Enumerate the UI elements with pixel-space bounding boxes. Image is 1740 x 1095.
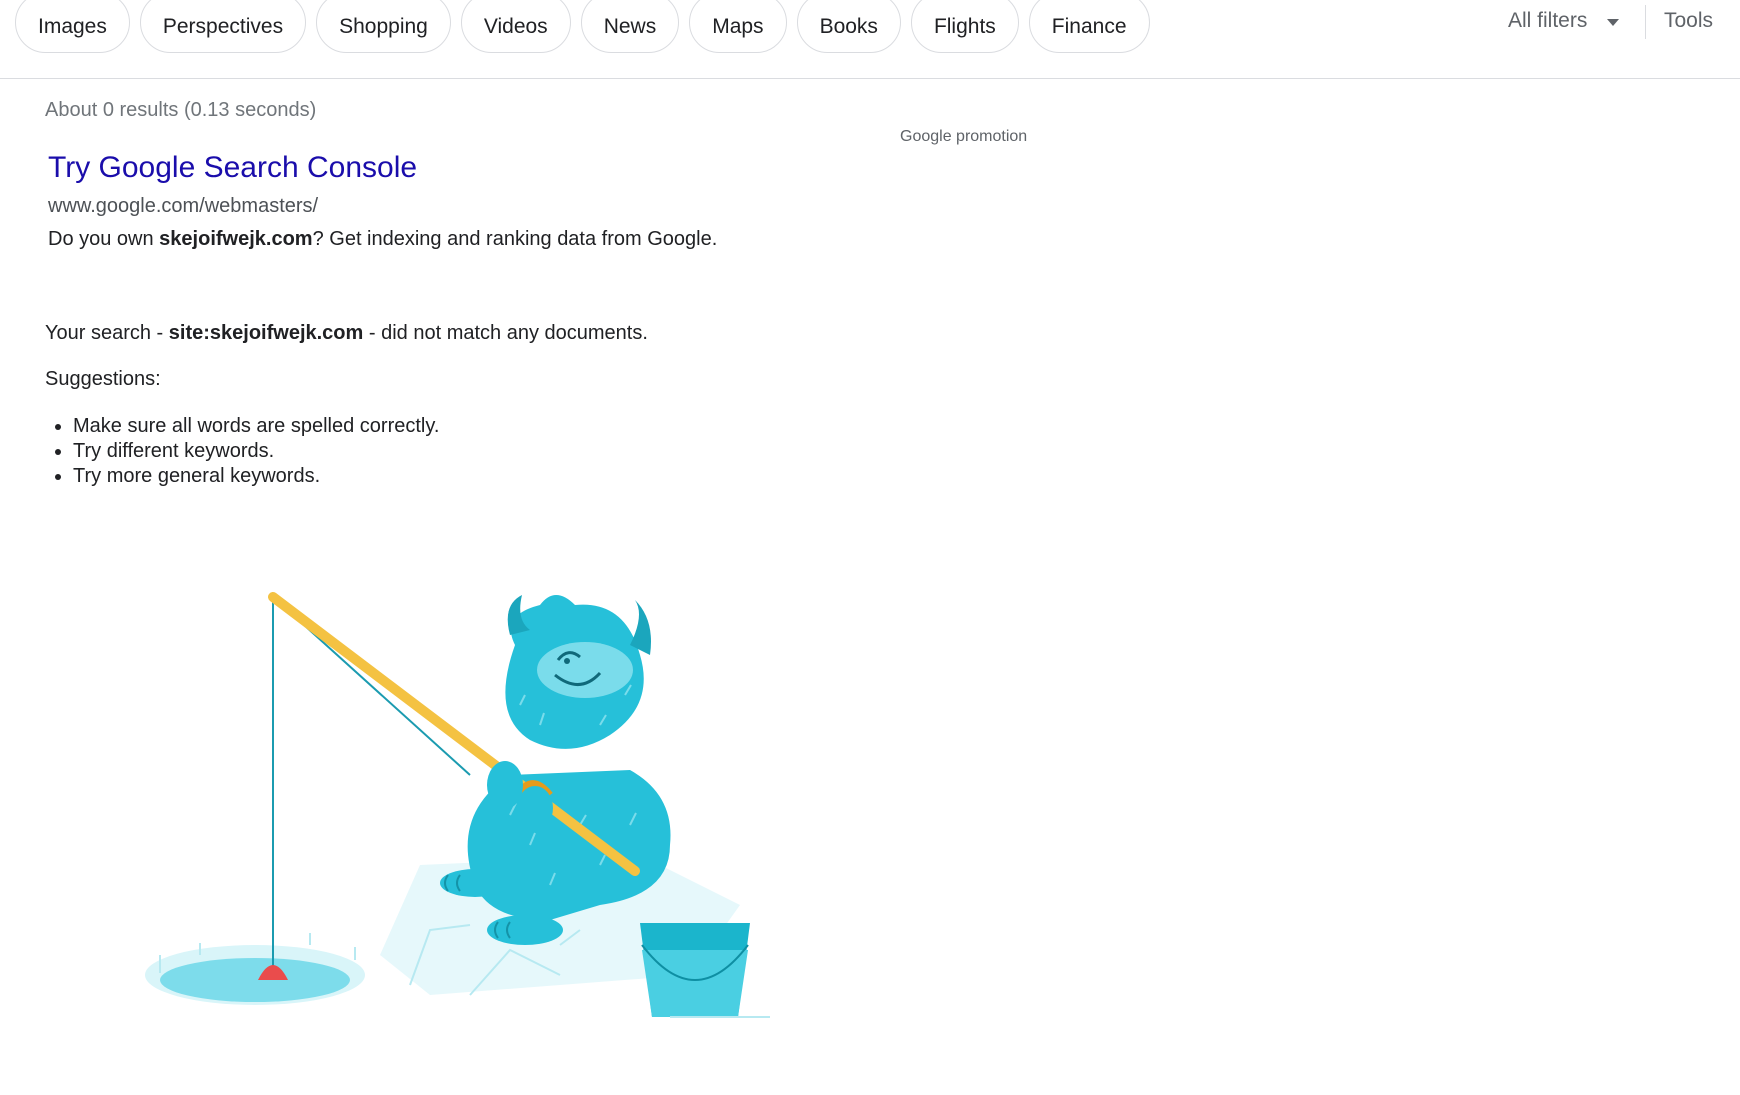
fishing-yeti-illustration [145,592,770,1018]
search-filter-bar: Images Perspectives Shopping Videos News… [0,0,1740,79]
promotion-label: Google promotion [900,128,1028,145]
chip-news[interactable]: News [580,0,680,53]
promotion-desc-domain: skejoifwejk.com [159,228,313,250]
suggestion-item: Try more general keywords. [45,464,439,489]
suggestions-list: Make sure all words are spelled correctl… [45,414,439,489]
chip-shopping[interactable]: Shopping [316,0,451,53]
promotion-title-link[interactable]: Try Google Search Console [48,151,417,185]
chip-maps[interactable]: Maps [689,0,787,53]
chip-perspectives[interactable]: Perspectives [139,0,307,53]
no-match-prefix: Your search - [45,322,169,344]
no-match-message: Your search - site:skejoifwejk.com - did… [45,322,648,345]
yeti-pupil [564,658,570,664]
chip-flights[interactable]: Flights [910,0,1019,53]
chip-images[interactable]: Images [15,0,130,53]
all-filters-dropdown[interactable]: All filters [1508,9,1620,33]
yeti-foot-right [487,915,563,945]
promotion-description: Do you own skejoifwejk.com? Get indexing… [48,228,717,251]
ice-hole-water [160,958,350,1002]
promotion-desc-prefix: Do you own [48,228,160,250]
suggestion-item: Make sure all words are spelled correctl… [45,414,439,439]
no-match-suffix: - did not match any documents. [363,322,648,344]
chip-finance[interactable]: Finance [1028,0,1150,53]
yeti-arm-right [517,786,553,830]
filter-chips: Images Perspectives Shopping Videos News… [15,0,1150,53]
chevron-down-icon [1607,18,1620,26]
chip-videos[interactable]: Videos [460,0,571,53]
promotion-url: www.google.com/webmasters/ [48,195,319,217]
yeti-foot-left [440,869,510,897]
no-match-query: site:skejoifwejk.com [168,322,364,344]
result-stats: About 0 results (0.13 seconds) [45,99,317,121]
yeti-face [537,642,633,698]
yeti-arm-left [487,761,523,809]
all-filters-label: All filters [1508,9,1588,32]
tools-button[interactable]: Tools [1664,9,1713,33]
promotion-desc-suffix: ? Get indexing and ranking data from Goo… [312,228,718,250]
chip-books[interactable]: Books [796,0,901,53]
bucket-water [642,950,748,1017]
toolbar-divider [1645,5,1646,39]
suggestion-item: Try different keywords. [45,439,439,464]
suggestions-heading: Suggestions: [45,368,161,390]
